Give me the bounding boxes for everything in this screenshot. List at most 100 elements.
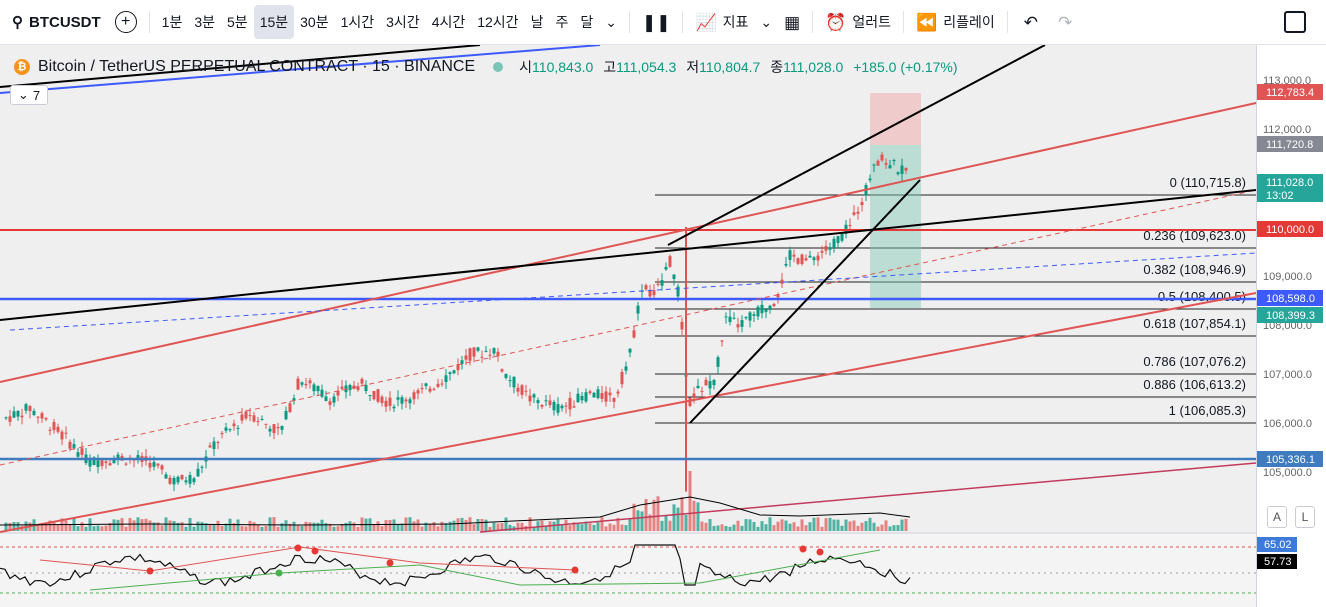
candle-body [768,305,772,310]
undo-button[interactable]: ↶ [1018,5,1044,39]
candle-body [748,312,752,321]
candle-body [392,406,396,409]
price-label-text: 108,399.3 [1266,310,1315,322]
candle-body [572,406,576,408]
volume-bar [768,517,772,531]
interval-button[interactable]: 3시간 [380,5,426,39]
chart-area[interactable]: 0 (110,715.8) 0.236 (109,623.0) 0.382 (108… [0,45,1326,607]
candle-body [256,420,260,422]
volume-bar [804,525,808,531]
volume-bar [764,524,768,531]
candle-body [432,388,436,390]
volume-bar [756,526,760,531]
alert-button[interactable]: ⏰ 얼러트 [819,5,897,39]
price-label-text: 112,783.4 [1266,87,1314,99]
candle-body [680,321,684,330]
candle-body [772,303,776,307]
chevron-down-icon: ⌄ [17,87,29,102]
interval-button[interactable]: 30분 [294,5,334,39]
candle-body [108,463,112,466]
volume-bar [212,524,216,531]
symbol-search-button[interactable]: ⚲ BTCUSDT [0,5,109,39]
volume-bar [624,525,628,531]
auto-scale-button[interactable]: A [1267,506,1287,528]
indicators-button[interactable]: 📈 지표 [689,5,754,39]
interval-dropdown-button[interactable]: ⌄ [599,5,623,39]
volume-bar [676,507,680,531]
candle-body [368,394,372,396]
interval-button[interactable]: 4시간 [426,5,472,39]
candle-body [372,390,376,400]
volume-bar [220,525,224,531]
volume-bar [184,526,188,531]
symbol-label: BTCUSDT [29,13,101,31]
redo-button[interactable]: ↷ [1052,5,1078,39]
candle-body [156,463,160,466]
candle-body [28,406,32,412]
interval-button[interactable]: 3분 [188,5,221,39]
volume-bar [200,522,204,531]
candle-body [440,383,444,385]
layouts-button[interactable]: ▦ [778,5,806,39]
interval-button[interactable]: 12시간 [471,5,524,39]
interval-button[interactable]: 날 [525,5,550,39]
candle-body [328,401,332,405]
volume-bar [112,519,116,531]
candle-body [396,397,400,400]
volume-bar [240,526,244,531]
candle-body [96,460,100,467]
candle-body [8,416,12,422]
volume-bar [432,522,436,531]
interval-button[interactable]: 5분 [221,5,254,39]
log-scale-button[interactable]: L [1295,506,1315,528]
interval-button[interactable]: 1분 [156,5,189,39]
volume-bar [864,521,868,531]
compare-add-button[interactable]: + [109,5,143,39]
volume-bar [248,520,252,531]
volume-bar [856,525,860,531]
volume-bar [832,519,836,531]
candle-body [592,392,596,398]
volume-bar [792,522,796,531]
chart-type-button[interactable]: ❚❚ [636,5,677,39]
candle-body [644,285,648,290]
candle-body [872,164,876,166]
candle-body [284,410,288,420]
volume-bar [592,524,596,531]
candle-body [304,383,308,386]
candle-body [164,474,168,479]
volume-bar [628,518,632,531]
price-chart[interactable]: 0 (110,715.8)0.236 (109,623.0)0.382 (108… [0,45,1326,607]
volume-bar [760,521,764,531]
osc-pivot-dot [571,566,579,574]
osc-pivot-dot [275,569,283,577]
indicators-dropdown-button[interactable]: ⌄ [754,5,778,39]
volume-bar [824,518,828,531]
volume-bar [816,517,820,531]
candle-body [80,448,84,455]
interval-button[interactable]: 달 [574,5,599,39]
interval-button[interactable]: 주 [549,5,574,39]
volume-bar [784,520,788,531]
interval-button[interactable]: 1시간 [335,5,381,39]
candle-body [576,393,580,403]
fullscreen-button[interactable] [1278,5,1312,39]
interval-button[interactable]: 15분 [253,5,295,39]
volume-bar [720,524,724,531]
candle-body [192,478,196,483]
volume-bar [452,520,456,531]
candle-body [20,415,24,418]
price-label-text: 111,028.0 [1266,177,1313,189]
volume-bar [664,515,668,531]
candle-body [564,405,568,407]
volume-bar [160,525,164,531]
volume-bar [836,519,840,531]
candle-body [408,399,412,404]
legend-collapse-button[interactable]: ⌄ 7 [10,85,48,105]
candle-body [892,159,896,162]
candle-body [480,356,484,358]
candle-body [584,392,588,402]
candle-body [612,398,616,402]
volume-bar [172,521,176,531]
replay-button[interactable]: ⏪ 리플레이 [910,5,1001,39]
